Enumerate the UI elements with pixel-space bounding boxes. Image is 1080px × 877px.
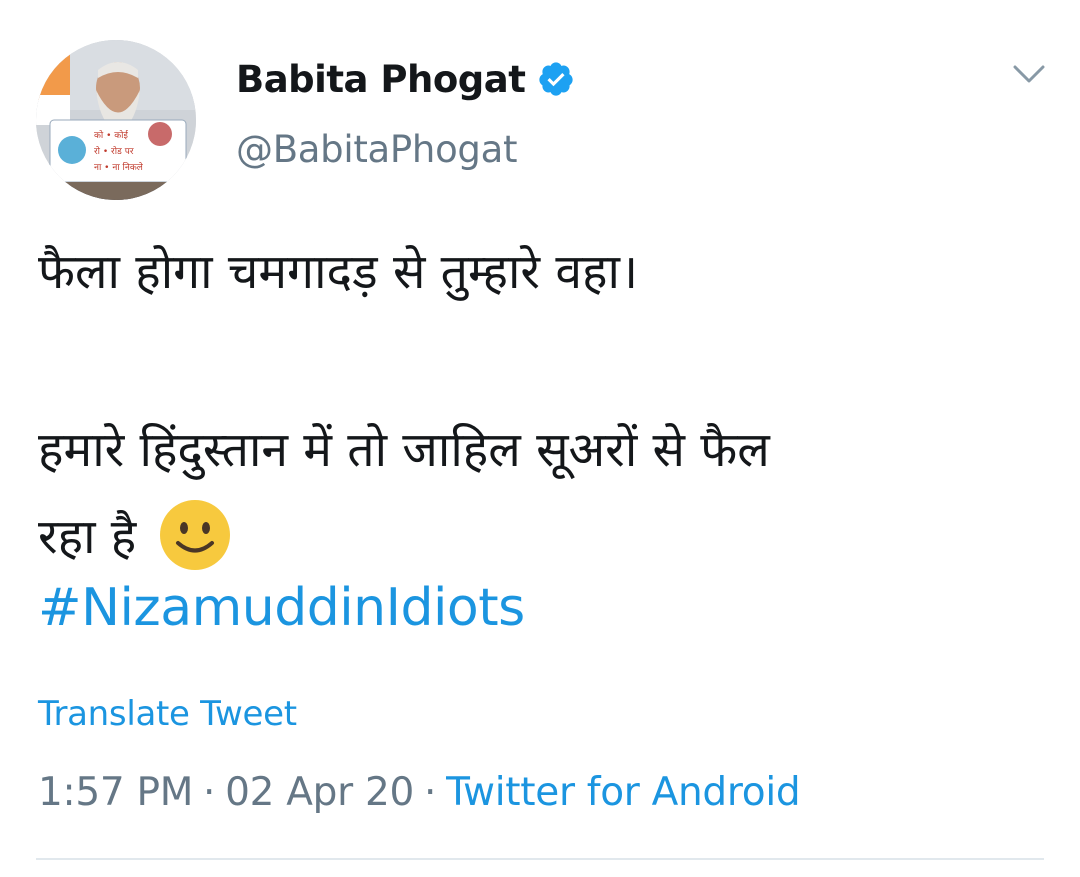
- tweet-text-line: हमारे हिंदुस्तान में तो जाहिल सूअरों से …: [38, 422, 770, 478]
- svg-text:रो • रोड पर: रो • रोड पर: [94, 145, 134, 157]
- tweet-metadata: 1:57 PM · 02 Apr 20 · Twitter for Android: [38, 770, 801, 815]
- verified-badge-icon: [537, 60, 575, 98]
- tweet-text-line: रहा है: [38, 508, 137, 565]
- tweet-card: को • कोई रो • रोड पर ना • ना निकले Babit…: [0, 0, 1080, 877]
- author-display-name[interactable]: Babita Phogat: [236, 58, 526, 101]
- tweet-source-link[interactable]: Twitter for Android: [446, 770, 801, 815]
- profile-avatar[interactable]: को • कोई रो • रोड पर ना • ना निकले: [36, 40, 196, 200]
- author-handle[interactable]: @BabitaPhogat: [236, 128, 517, 171]
- author-name-row[interactable]: Babita Phogat: [236, 55, 575, 103]
- tweet-time[interactable]: 1:57 PM: [38, 770, 193, 815]
- separator-dot: ·: [423, 770, 437, 815]
- svg-text:ना • ना निकले: ना • ना निकले: [94, 161, 144, 173]
- divider: [36, 858, 1044, 860]
- translate-tweet-link[interactable]: Translate Tweet: [38, 694, 297, 734]
- avatar-image: को • कोई रो • रोड पर ना • ना निकले: [36, 40, 196, 200]
- slightly-smiling-face-icon: [158, 498, 232, 572]
- tweet-text-line: फैला होगा चमगादड़ से तुम्हारे वहा।: [38, 244, 639, 300]
- tweet-menu-chevron-down-icon[interactable]: [1012, 62, 1046, 86]
- hashtag-link[interactable]: #NizamuddinIdiots: [38, 578, 525, 638]
- svg-text:को • कोई: को • कोई: [94, 129, 129, 141]
- separator-dot: ·: [203, 770, 216, 815]
- tweet-date[interactable]: 02 Apr 20: [225, 770, 414, 815]
- tweet-text-line-with-emoji: रहा है: [38, 498, 232, 572]
